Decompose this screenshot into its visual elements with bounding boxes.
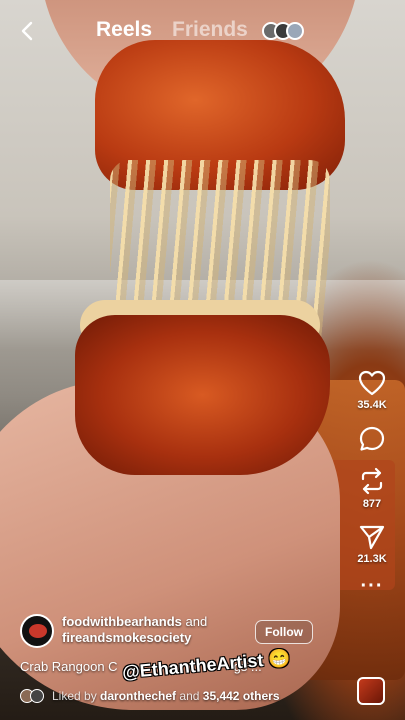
reel-video[interactable] bbox=[0, 0, 405, 720]
author-names[interactable]: foodwithbearhands and fireandsmokesociet… bbox=[62, 614, 207, 646]
share-action[interactable]: 21.3K bbox=[350, 524, 394, 565]
liked-joiner: and bbox=[179, 689, 200, 703]
friend-avatar bbox=[286, 22, 304, 40]
author-secondary[interactable]: fireandsmokesociety bbox=[62, 630, 191, 645]
top-bar: Reels Friends bbox=[0, 12, 405, 52]
like-action[interactable]: 35.4K bbox=[350, 370, 394, 411]
tab-friends[interactable]: Friends bbox=[172, 18, 248, 42]
author-avatar[interactable] bbox=[20, 614, 54, 648]
liked-prefix: Liked by bbox=[52, 689, 97, 703]
liked-by-row[interactable]: Liked by daronthechef and 35,442 others bbox=[20, 689, 280, 703]
heart-icon bbox=[358, 370, 386, 396]
side-actions: 35.4K 877 21.3K ··· bbox=[350, 370, 394, 607]
liked-user[interactable]: daronthechef bbox=[100, 689, 176, 703]
comment-action[interactable] bbox=[350, 425, 394, 453]
liked-avatars bbox=[20, 689, 48, 703]
like-count: 35.4K bbox=[357, 399, 387, 411]
rangoon-bottom-half bbox=[75, 315, 330, 475]
liked-others[interactable]: 35,442 others bbox=[203, 689, 280, 703]
tab-reels[interactable]: Reels bbox=[96, 18, 152, 42]
audio-thumbnail[interactable] bbox=[357, 677, 385, 705]
comment-icon bbox=[359, 426, 385, 451]
caption-text: Crab Rangoon C bbox=[20, 659, 118, 674]
repost-action[interactable]: 877 bbox=[350, 467, 394, 510]
repost-count: 877 bbox=[362, 498, 382, 510]
friends-avatars[interactable] bbox=[262, 22, 312, 42]
author-primary[interactable]: foodwithbearhands bbox=[62, 614, 182, 629]
chevron-left-icon bbox=[21, 21, 33, 41]
author-joiner: and bbox=[185, 614, 208, 629]
back-button[interactable] bbox=[14, 18, 40, 44]
liker-avatar bbox=[30, 689, 44, 703]
share-count: 21.3K bbox=[357, 553, 387, 565]
send-icon bbox=[359, 525, 385, 550]
more-icon: ··· bbox=[360, 575, 384, 597]
follow-button[interactable]: Follow bbox=[255, 620, 313, 644]
repost-icon bbox=[361, 467, 383, 495]
more-action[interactable]: ··· bbox=[350, 575, 394, 597]
